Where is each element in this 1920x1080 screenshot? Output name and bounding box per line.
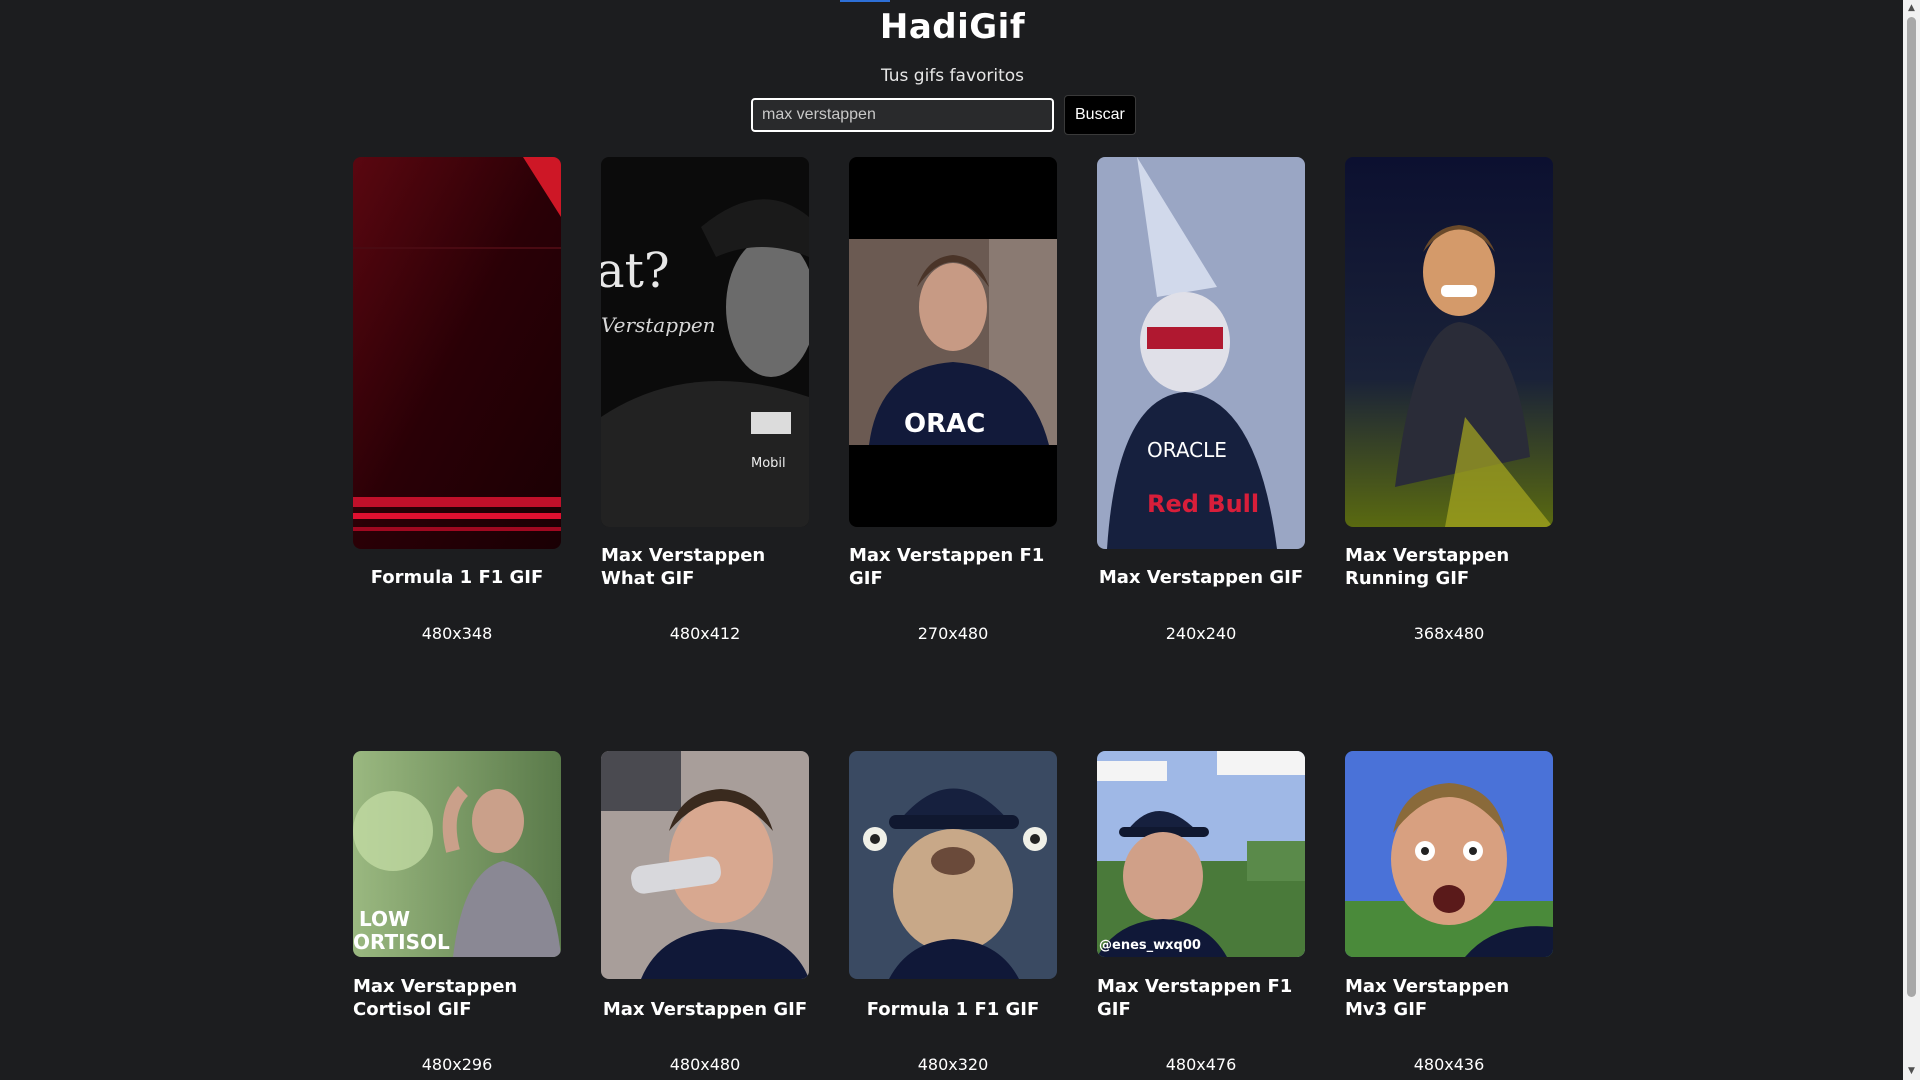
surprised-face-image[interactable] — [1345, 751, 1553, 957]
scrollbar-thumb[interactable] — [1907, 17, 1916, 997]
search-bar: Buscar — [751, 95, 1136, 135]
minecraft-background-image[interactable]: @enes_wxq00 — [1097, 751, 1305, 957]
gif-title: Max Verstappen Mv3 GIF — [1345, 976, 1510, 1020]
driver-drinking-image[interactable] — [601, 751, 809, 979]
gif-dimensions: 480x436 — [1413, 1055, 1485, 1074]
gif-dimensions: 480x412 — [669, 624, 741, 643]
svg-text:ORAC: ORAC — [904, 409, 985, 439]
svg-text:at?: at? — [601, 243, 670, 299]
gif-title: Formula 1 F1 GIF — [370, 567, 544, 588]
page: HadiGif Tus gifs favoritos Buscar Formul… — [0, 0, 1920, 1080]
gif-dimensions: 240x240 — [1165, 624, 1237, 643]
scroll-up-arrow-icon[interactable]: ▲ — [1903, 0, 1920, 17]
gif-title: Max Verstappen GIF — [1098, 567, 1304, 588]
gif-dimensions: 480x320 — [917, 1055, 989, 1074]
gif-dimensions: 480x296 — [421, 1055, 493, 1074]
red-motion-blur-image[interactable] — [353, 157, 561, 549]
svg-text:Verstappen: Verstappen — [601, 313, 716, 337]
gif-title: Max Verstappen Cortisol GIF — [353, 976, 518, 1020]
gif-dimensions: 480x348 — [421, 624, 493, 643]
svg-text:Red Bull: Red Bull — [1147, 490, 1259, 518]
svg-text:LOW: LOW — [359, 907, 410, 931]
svg-text:ORTISOL: ORTISOL — [353, 930, 450, 954]
sloth-in-cap-image[interactable] — [849, 751, 1057, 979]
gif-dimensions: 270x480 — [917, 624, 989, 643]
svg-text:Mobil: Mobil — [751, 456, 786, 471]
driver-portrait-image[interactable]: ORAC — [849, 157, 1057, 527]
site-title: HadiGif — [879, 7, 1026, 47]
gif-title: Max Verstappen Running GIF — [1345, 545, 1510, 589]
black-and-white-interview-image[interactable]: at? Verstappen Mobil — [601, 157, 809, 527]
gif-title: Max Verstappen F1 GIF — [849, 545, 1045, 589]
gif-dimensions: 368x480 — [1413, 624, 1485, 643]
vertical-scrollbar[interactable]: ▲ ▼ — [1903, 0, 1920, 1080]
svg-text:ORACLE: ORACLE — [1147, 438, 1227, 462]
gif-dimensions: 480x476 — [1165, 1055, 1237, 1074]
gif-title: Max Verstappen GIF — [602, 999, 808, 1020]
scroll-down-arrow-icon[interactable]: ▼ — [1903, 1063, 1920, 1080]
site-subtitle: Tus gifs favoritos — [880, 66, 1025, 86]
gif-dimensions: 480x480 — [669, 1055, 741, 1074]
search-input[interactable] — [751, 98, 1054, 132]
gif-title: Formula 1 F1 GIF — [866, 999, 1040, 1020]
low-cortisol-image[interactable]: LOW ORTISOL — [353, 751, 561, 957]
driver-running-image[interactable] — [1345, 157, 1553, 527]
gif-title: Max Verstappen F1 GIF — [1097, 976, 1293, 1020]
gif-title: Max Verstappen What GIF — [601, 545, 766, 589]
driver-helmet-celebration-image[interactable]: ORACLE Red Bull — [1097, 157, 1305, 549]
header: HadiGif Tus gifs favoritos — [0, 0, 1905, 86]
search-button[interactable]: Buscar — [1064, 95, 1136, 135]
svg-text:@enes_wxq00: @enes_wxq00 — [1099, 938, 1201, 953]
